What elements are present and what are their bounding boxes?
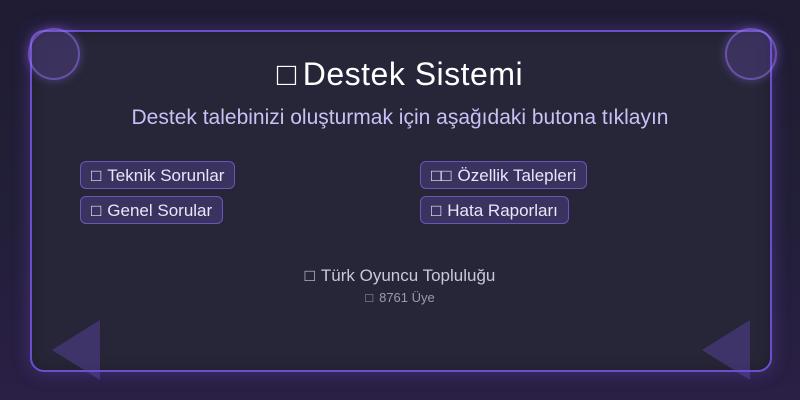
category-general-questions-button[interactable]: □ Genel Sorular <box>80 196 224 224</box>
wrench-icon: □ <box>91 166 102 185</box>
support-icon: □ <box>276 56 297 92</box>
category-label: Hata Raporları <box>447 201 558 220</box>
member-count: □ 8761 Üye <box>0 290 800 305</box>
category-feature-requests-button[interactable]: □□ Özellik Talepleri <box>420 161 588 189</box>
page-title-text: Destek Sistemi <box>302 56 524 92</box>
decorative-triangle-right <box>702 320 750 380</box>
category-label: Özellik Talepleri <box>457 166 577 185</box>
category-label: Teknik Sorunlar <box>107 166 225 185</box>
member-count-text: 8761 Üye <box>379 290 435 305</box>
decorative-triangle-left <box>52 320 100 380</box>
page-subtitle: Destek talebinizi oluşturmak için aşağıd… <box>131 106 669 129</box>
community-name-text: Türk Oyuncu Topluluğu <box>320 266 496 285</box>
lightbulb-icon: □□ <box>431 166 452 185</box>
users-icon: □ <box>365 290 374 305</box>
category-label: Genel Sorular <box>107 201 213 220</box>
page-title: □ Destek Sistemi <box>0 56 800 93</box>
category-technical-issues-button[interactable]: □ Teknik Sorunlar <box>80 161 236 189</box>
bug-icon: □ <box>431 201 442 220</box>
community-icon: □ <box>304 266 315 285</box>
question-icon: □ <box>91 201 102 220</box>
category-bug-reports-button[interactable]: □ Hata Raporları <box>420 196 569 224</box>
community-name: □ Türk Oyuncu Topluluğu <box>0 266 800 286</box>
